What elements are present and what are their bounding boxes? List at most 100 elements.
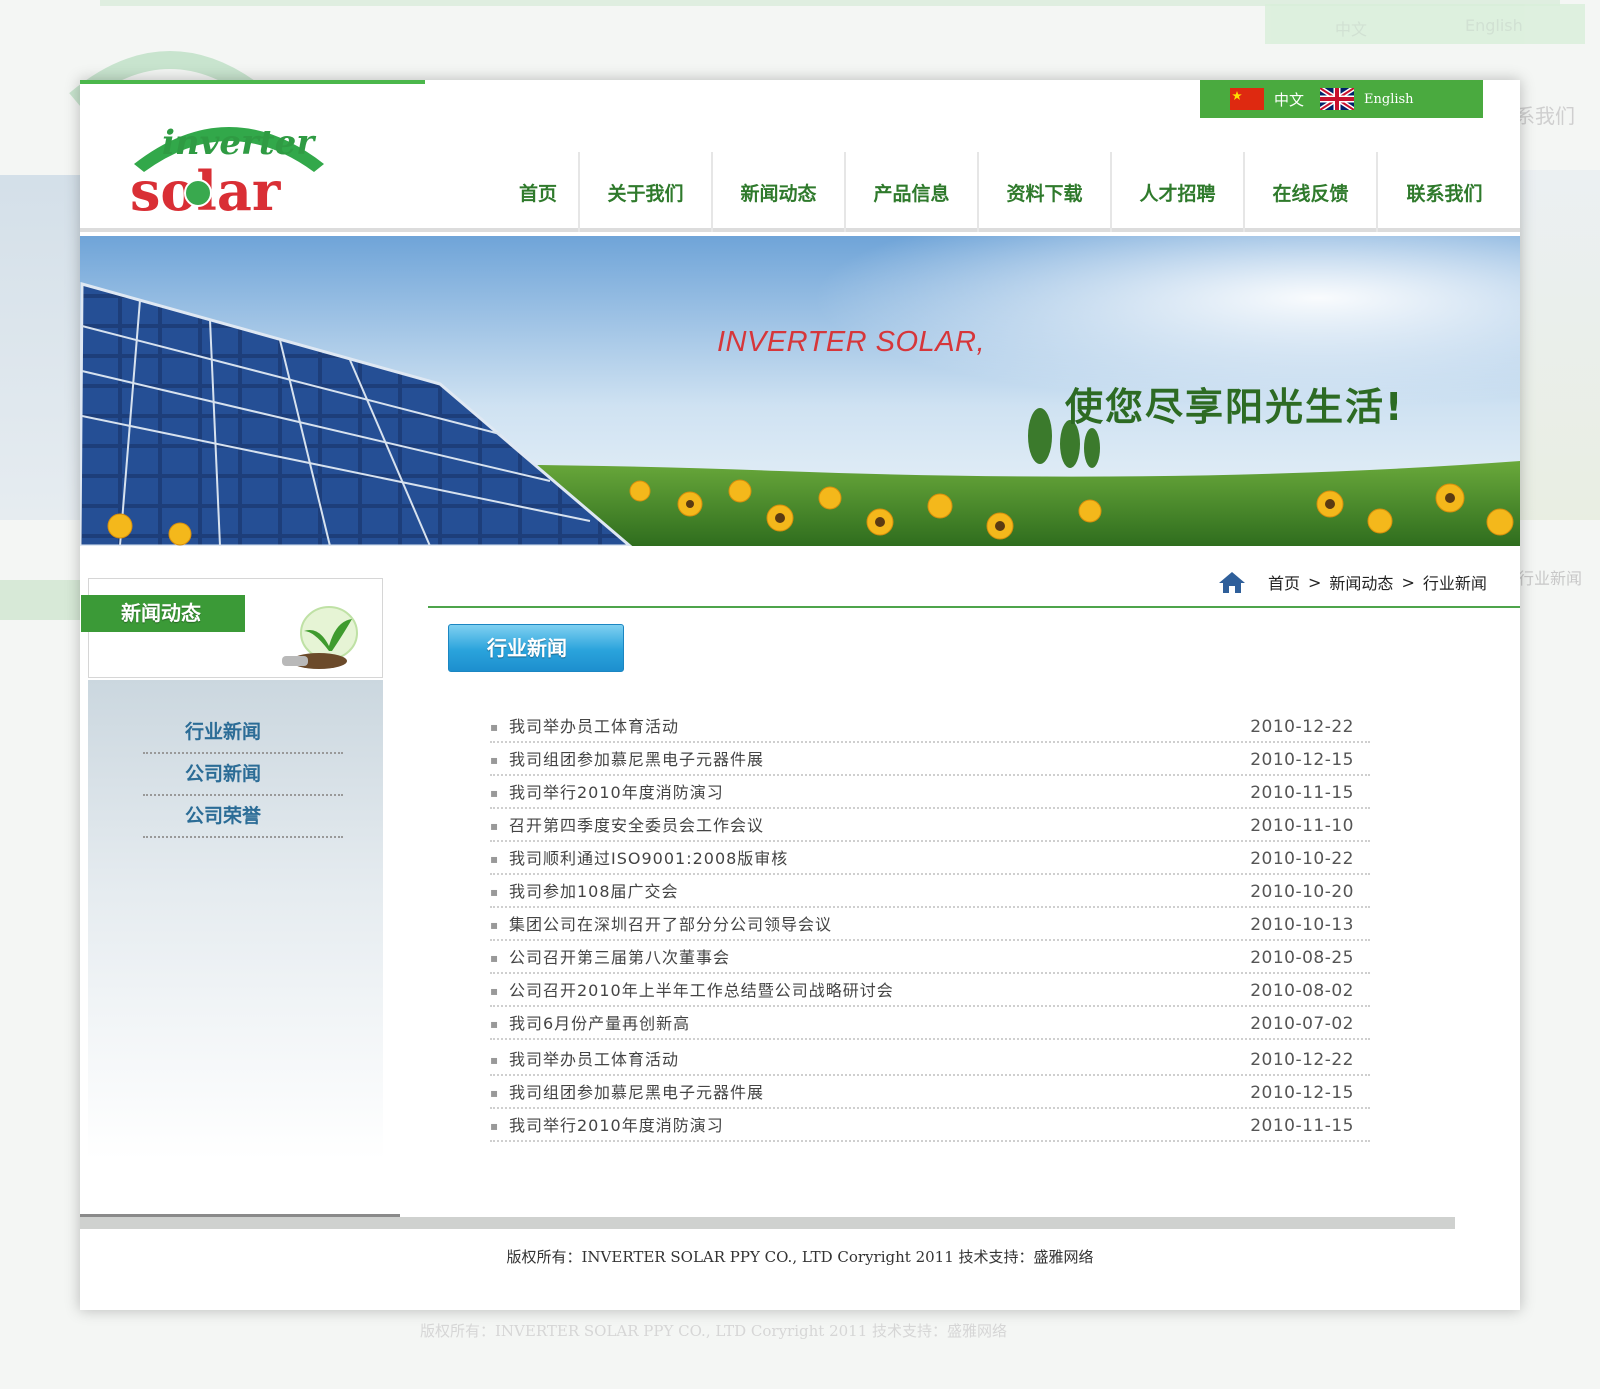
nav-item-careers[interactable]: 人才招聘: [1112, 152, 1245, 232]
breadcrumb-separator: >: [1401, 572, 1415, 592]
news-date: 2010-12-22: [1250, 1050, 1354, 1070]
sidebar-item-company-honors[interactable]: 公司荣誉: [143, 796, 343, 838]
background-ghost-breadcrumb: 行业新闻: [1518, 569, 1583, 588]
bullet-icon: ▪: [490, 918, 499, 932]
sidebar-title: 新闻动态: [81, 595, 245, 632]
background-ghost-language-bar: 中文 English: [1265, 4, 1585, 44]
news-title: 我司参加108届广交会: [509, 882, 679, 901]
news-date: 2010-12-15: [1250, 750, 1354, 770]
news-item[interactable]: ▪ 我司组团参加慕尼黑电子元器件展 2010-12-15: [490, 1076, 1370, 1109]
news-item[interactable]: ▪ 我司举行2010年度消防演习 2010-11-15: [490, 776, 1370, 809]
news-date: 2010-10-22: [1250, 849, 1354, 869]
nav-item-news[interactable]: 新闻动态: [713, 152, 846, 232]
news-date: 2010-10-13: [1250, 915, 1354, 935]
nav-item-contact[interactable]: 联系我们: [1378, 152, 1511, 232]
bullet-icon: ▪: [490, 720, 499, 734]
breadcrumb-current: 行业新闻: [1422, 574, 1487, 593]
sidebar-menu-panel: 行业新闻 公司新闻 公司荣誉: [88, 680, 383, 1160]
news-title: 我司组团参加慕尼黑电子元器件展: [509, 750, 765, 769]
language-zh[interactable]: 中文: [1230, 88, 1304, 110]
language-switcher: 中文 English: [1200, 80, 1483, 118]
breadcrumb-home[interactable]: 首页: [1268, 570, 1300, 594]
news-item[interactable]: ▪ 我司举行2010年度消防演习 2010-11-15: [490, 1109, 1370, 1142]
news-title: 召开第四季度安全委员会工作会议: [509, 816, 765, 835]
main-nav: 首页 关于我们 新闻动态 产品信息 资料下载 人才招聘 在线反馈 联系我们: [498, 152, 1511, 232]
news-date: 2010-08-25: [1250, 948, 1354, 968]
breadcrumb-divider: [428, 606, 1520, 608]
news-title: 我司组团参加慕尼黑电子元器件展: [509, 1083, 765, 1102]
news-title: 我司举行2010年度消防演习: [509, 783, 724, 802]
sidebar-menu: 行业新闻 公司新闻 公司荣誉: [143, 712, 343, 838]
svg-text:inverter: inverter: [162, 123, 316, 163]
news-date: 2010-11-15: [1250, 1116, 1354, 1136]
background-ghost-footer: 版权所有：INVERTER SOLAR PPY CO., LTD Coryrig…: [420, 1322, 1008, 1340]
news-date: 2010-11-10: [1250, 816, 1354, 836]
footer-copyright: 版权所有：INVERTER SOLAR PPY CO., LTD Coryrig…: [506, 1248, 1094, 1266]
news-date: 2010-11-15: [1250, 783, 1354, 803]
breadcrumb-separator: >: [1308, 572, 1322, 592]
news-date: 2010-08-02: [1250, 981, 1354, 1001]
banner-headline: INVERTER SOLAR,: [717, 326, 986, 358]
inverter-solar-logo[interactable]: inverter solar: [124, 102, 344, 222]
news-item[interactable]: ▪ 我司6月份产量再创新高 2010-07-02: [490, 1007, 1370, 1040]
news-item[interactable]: ▪ 集团公司在深圳召开了部分分公司领导会议 2010-10-13: [490, 908, 1370, 941]
background-ghost-topbar: [100, 0, 1560, 6]
footer-divider: [80, 1214, 1455, 1229]
bullet-icon: ▪: [490, 786, 499, 800]
nav-item-about[interactable]: 关于我们: [580, 152, 713, 232]
news-title: 我司6月份产量再创新高: [509, 1014, 691, 1033]
news-date: 2010-07-02: [1250, 1014, 1354, 1034]
news-title: 公司召开2010年上半年工作总结暨公司战略研讨会: [509, 981, 894, 1000]
news-title: 集团公司在深圳召开了部分分公司领导会议: [509, 915, 833, 934]
news-title: 我司举办员工体育活动: [509, 717, 680, 736]
news-item[interactable]: ▪ 公司召开2010年上半年工作总结暨公司战略研讨会 2010-08-02: [490, 974, 1370, 1007]
page-card: inverter solar 中文 E: [80, 80, 1520, 1310]
header-accent-line: [80, 80, 425, 84]
news-item[interactable]: ▪ 我司顺利通过ISO9001:2008版审核 2010-10-22: [490, 842, 1370, 875]
bullet-icon: ▪: [490, 819, 499, 833]
language-en-label: English: [1364, 91, 1414, 107]
hero-banner: INVERTER SOLAR, 使您尽享阳光生活!: [80, 236, 1520, 546]
news-title: 我司举办员工体育活动: [509, 1050, 680, 1069]
bullet-icon: ▪: [490, 885, 499, 899]
lightbulb-plant-icon: [282, 606, 358, 669]
bullet-icon: ▪: [490, 951, 499, 965]
news-title: 我司举行2010年度消防演习: [509, 1116, 724, 1135]
home-icon[interactable]: [1218, 570, 1246, 594]
news-title: 公司召开第三届第八次董事会: [509, 948, 731, 967]
background-ghost-en: English: [1465, 16, 1523, 35]
nav-item-feedback[interactable]: 在线反馈: [1245, 152, 1378, 232]
news-item[interactable]: ▪ 我司举办员工体育活动 2010-12-22: [490, 710, 1370, 743]
nav-item-downloads[interactable]: 资料下载: [979, 152, 1112, 232]
news-item[interactable]: ▪ 召开第四季度安全委员会工作会议 2010-11-10: [490, 809, 1370, 842]
news-item[interactable]: ▪ 我司组团参加慕尼黑电子元器件展 2010-12-15: [490, 743, 1370, 776]
news-date: 2010-12-22: [1250, 717, 1354, 737]
bullet-icon: ▪: [490, 753, 499, 767]
language-en[interactable]: English: [1320, 88, 1414, 110]
bullet-icon: ▪: [490, 1086, 499, 1100]
news-list: ▪ 我司举办员工体育活动 2010-12-22 ▪ 我司组团参加慕尼黑电子元器件展 20…: [490, 710, 1370, 1142]
section-title-tab: 行业新闻: [448, 624, 624, 672]
uk-flag-icon: [1320, 88, 1355, 110]
breadcrumb-news[interactable]: 新闻动态: [1329, 570, 1393, 594]
bullet-icon: ▪: [490, 852, 499, 866]
nav-item-home[interactable]: 首页: [498, 152, 580, 232]
breadcrumb: 首页 > 新闻动态 > 行业新闻: [1218, 570, 1487, 594]
news-date: 2010-10-20: [1250, 882, 1354, 902]
site-header: inverter solar 中文 E: [80, 80, 1520, 232]
sidebar-item-company-news[interactable]: 公司新闻: [143, 754, 343, 796]
language-zh-label: 中文: [1274, 90, 1305, 109]
china-flag-icon: [1230, 88, 1264, 110]
sidebar-item-industry-news[interactable]: 行业新闻: [143, 712, 343, 754]
background-ghost-zh: 中文: [1335, 20, 1368, 39]
news-item[interactable]: ▪ 公司召开第三届第八次董事会 2010-08-25: [490, 941, 1370, 974]
news-item[interactable]: ▪ 我司参加108届广交会 2010-10-20: [490, 875, 1370, 908]
nav-item-products[interactable]: 产品信息: [846, 152, 979, 232]
news-item[interactable]: ▪ 我司举办员工体育活动 2010-12-22: [490, 1043, 1370, 1076]
background-ghost-news-tab: [0, 580, 80, 620]
news-title: 我司顺利通过ISO9001:2008版审核: [509, 849, 789, 868]
sidebar-header: 新闻动态: [81, 578, 383, 678]
bullet-icon: ▪: [490, 984, 499, 998]
banner-slogan: 使您尽享阳光生活!: [1065, 385, 1405, 429]
news-date: 2010-12-15: [1250, 1083, 1354, 1103]
